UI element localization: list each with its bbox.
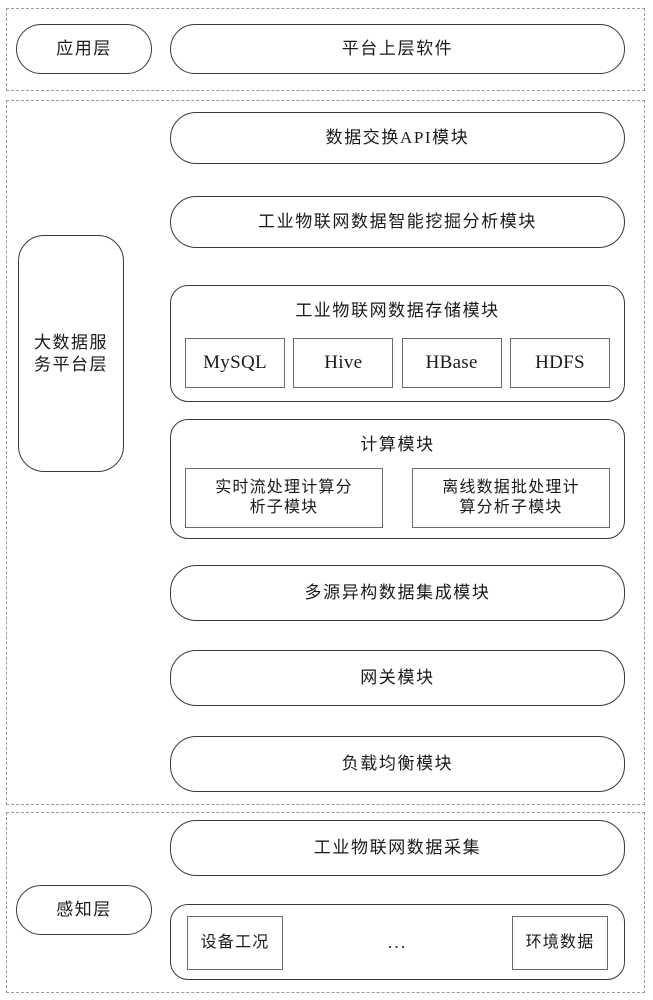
layer-label-bigdata-line2: 务平台层 [34,354,108,374]
submodule-equipment-condition[interactable]: 设备工况 [187,916,283,970]
submodule-environment-data[interactable]: 环境数据 [512,916,608,970]
submodule-hdfs[interactable]: HDFS [509,338,610,388]
sensor-submodule-row: 设备工况 ... 环境数据 [187,916,608,970]
architecture-diagram: 应用层 平台上层软件 大数据服 务平台层 数据交换API模块 工业物联网数据智能… [0,0,653,1000]
submodule-hive[interactable]: Hive [293,338,394,388]
submodule-mysql[interactable]: MySQL [185,338,285,388]
module-iiot-data-storage[interactable]: 工业物联网数据存储模块 MySQL Hive HBase HDFS [170,285,625,402]
submodule-realtime-line2: 析子模块 [249,499,319,516]
layer-label-bigdata-platform: 大数据服 务平台层 [18,235,124,472]
storage-submodule-row: MySQL Hive HBase HDFS [185,338,610,388]
module-iiot-data-intelligent-mining-analysis[interactable]: 工业物联网数据智能挖掘分析模块 [170,196,625,248]
submodule-offline-line2: 算分析子模块 [459,499,563,516]
submodule-realtime-stream-processing[interactable]: 实时流处理计算分 析子模块 [185,468,383,528]
layer-label-bigdata-line1: 大数据服 [34,332,108,352]
module-storage-title: 工业物联网数据存储模块 [295,301,500,320]
module-data-exchange-api[interactable]: 数据交换API模块 [170,112,625,164]
module-iiot-data-collection[interactable]: 工业物联网数据采集 [170,820,625,876]
submodule-offline-line1: 离线数据批处理计 [442,478,580,496]
module-platform-upper-software[interactable]: 平台上层软件 [170,24,625,74]
module-load-balancing[interactable]: 负载均衡模块 [170,736,625,792]
submodule-realtime-line1: 实时流处理计算分 [215,478,353,496]
layer-label-application: 应用层 [16,24,152,74]
module-compute[interactable]: 计算模块 实时流处理计算分 析子模块 离线数据批处理计 算分析子模块 [170,419,625,539]
module-compute-title: 计算模块 [360,435,435,454]
module-gateway[interactable]: 网关模块 [170,650,625,706]
submodule-hbase[interactable]: HBase [401,338,502,388]
module-sensor-data-sources[interactable]: 设备工况 ... 环境数据 [170,904,625,980]
submodule-ellipsis: ... [387,932,408,953]
submodule-offline-batch-processing[interactable]: 离线数据批处理计 算分析子模块 [412,468,610,528]
layer-label-perception: 感知层 [16,885,152,935]
module-multisource-heterogeneous-data-integration[interactable]: 多源异构数据集成模块 [170,565,625,621]
compute-submodule-row: 实时流处理计算分 析子模块 离线数据批处理计 算分析子模块 [185,468,610,528]
